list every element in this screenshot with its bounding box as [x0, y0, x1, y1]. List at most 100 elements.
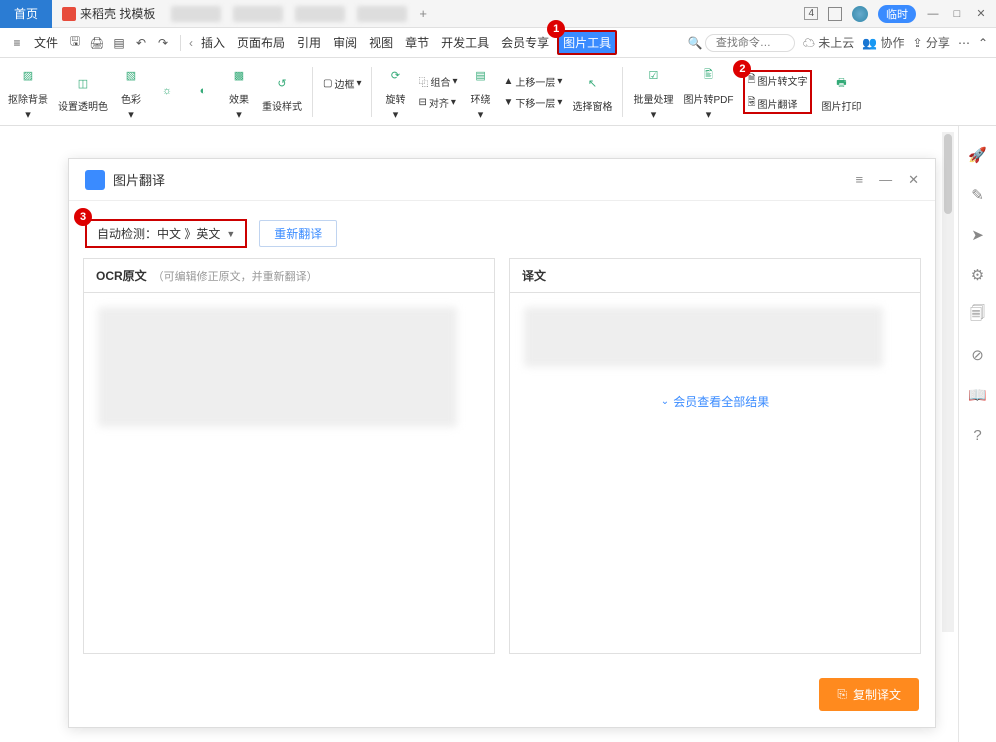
translate-panel-icon — [85, 170, 105, 190]
select-pane-button[interactable]: ↖选择窗格 — [572, 70, 612, 113]
ocr-textarea[interactable] — [84, 293, 494, 653]
settings-icon[interactable]: ⚙ — [969, 266, 987, 284]
menu-devtools[interactable]: 开发工具 — [437, 32, 493, 53]
ocr-header: OCR原文 （可编辑修正原文，并重新翻译） — [84, 259, 494, 293]
print-icon[interactable]: 🖨 — [88, 34, 106, 52]
language-selector[interactable]: 3 自动检测：中文 》英文 ▼ — [85, 219, 247, 248]
tab-doc-blur[interactable] — [357, 6, 407, 22]
scrollbar-thumb[interactable] — [944, 134, 952, 214]
panel-header: 图片翻译 ≡ — ✕ — [69, 159, 935, 201]
layer-up-button[interactable]: ▲ 上移一层 ▾ — [504, 74, 563, 89]
tab-doc-blur[interactable] — [171, 6, 221, 22]
tab-doc-blur[interactable] — [295, 6, 345, 22]
grid-count-badge[interactable]: 4 — [804, 7, 818, 20]
effect-button[interactable]: ▩效果 ▾ — [226, 63, 252, 121]
pdf-icon: 🖺 — [695, 63, 721, 89]
rotate-icon: ⟳ — [382, 63, 408, 89]
copy-icon: ⎘ — [837, 687, 847, 702]
vertical-scrollbar[interactable] — [942, 132, 954, 632]
collab-button[interactable]: 👥 协作 — [862, 34, 904, 51]
cloud-status[interactable]: ☁ 未上云 — [803, 34, 854, 51]
rocket-icon[interactable]: 🚀 — [969, 146, 987, 164]
titlebar: 首页 来稻壳 找模板 + 4 临时 — □ ✕ — [0, 0, 996, 28]
minimize-icon[interactable]: — — [926, 7, 940, 21]
more-icon[interactable]: ⋯ — [958, 36, 970, 50]
app-grid-icon[interactable] — [828, 7, 842, 21]
add-tab-icon[interactable]: + — [419, 6, 427, 21]
menu-review[interactable]: 审阅 — [329, 32, 361, 53]
tab-home[interactable]: 首页 — [0, 0, 52, 28]
effect-icon: ▩ — [226, 63, 252, 89]
remove-bg-button[interactable]: ▨抠除背景 ▾ — [8, 63, 48, 121]
contrast-icon: ◐ — [190, 78, 216, 104]
transparent-icon: ◫ — [70, 70, 96, 96]
pic-to-text-button[interactable]: 🗎 图片转文字 — [747, 72, 807, 89]
transparent-button[interactable]: ◫设置透明色 — [58, 70, 108, 113]
cursor-icon[interactable]: ➤ — [969, 226, 987, 244]
menu-view[interactable]: 视图 — [365, 32, 397, 53]
chevron-down-icon: ⌄ — [661, 396, 669, 407]
remove-bg-icon: ▨ — [15, 63, 41, 89]
border-icon: ▢ — [323, 78, 332, 89]
layer-up-icon: ▲ — [504, 76, 514, 87]
panel-menu-icon[interactable]: ≡ — [856, 172, 864, 188]
stop-icon[interactable]: ⊘ — [969, 346, 987, 364]
pic-translate-button[interactable]: 🗟 图片翻译 — [747, 95, 807, 112]
palette-icon: ▧ — [118, 63, 144, 89]
close-icon[interactable]: ✕ — [974, 7, 988, 21]
menu-insert[interactable]: 插入 — [197, 32, 229, 53]
layers-icon[interactable]: 🗐 — [969, 306, 987, 324]
pencil-icon[interactable]: ✎ — [969, 186, 987, 204]
ocr-hint: （可编辑修正原文，并重新翻译） — [153, 268, 318, 284]
align-button[interactable]: ⊟ 对齐 ▾ — [418, 95, 457, 110]
layer-down-button[interactable]: ▼ 下移一层 ▾ — [504, 95, 563, 110]
color-button[interactable]: ▧色彩 ▾ — [118, 63, 144, 121]
menu-chapter[interactable]: 章节 — [401, 32, 433, 53]
blurred-text — [98, 307, 457, 427]
panel-minimize-icon[interactable]: — — [879, 172, 892, 188]
border-button[interactable]: ▢ 边框 ▾ — [323, 76, 361, 91]
retranslate-button[interactable]: 重新翻译 — [259, 220, 337, 247]
align-icon: ⊟ — [418, 97, 426, 108]
share-icon: ⇪ — [913, 36, 923, 50]
tab-template[interactable]: 来稻壳 找模板 — [52, 1, 165, 26]
search-icon: 🔍 — [688, 36, 703, 50]
panel-footer: ⎘ 复制译文 — [69, 668, 935, 727]
group-button[interactable]: ⿻ 组合 ▾ — [418, 74, 457, 89]
translate-icon: 🗟 — [747, 95, 755, 112]
pic-print-button[interactable]: 🖶图片打印 — [822, 70, 862, 113]
pic-to-pdf-button[interactable]: 🖺图片转PDF ▾ — [683, 63, 733, 121]
copy-translation-button[interactable]: ⎘ 复制译文 — [819, 678, 919, 711]
menu-member[interactable]: 会员专享 — [497, 32, 553, 53]
maximize-icon[interactable]: □ — [950, 7, 964, 21]
contrast-button[interactable]: ◐ — [190, 78, 216, 106]
expand-icon[interactable]: ⌃ — [978, 36, 988, 50]
avatar[interactable] — [852, 6, 868, 22]
tab-doc-blur[interactable] — [233, 6, 283, 22]
member-link[interactable]: ⌄ 会员查看全部结果 — [524, 393, 906, 410]
reset-style-button[interactable]: ↺重设样式 — [262, 70, 302, 113]
preview-icon[interactable]: ▤ — [110, 34, 128, 52]
cloud-icon: ☁ — [803, 36, 815, 50]
redo-icon[interactable]: ↷ — [154, 34, 172, 52]
batch-button[interactable]: ☑批量处理 ▾ — [633, 63, 673, 121]
save-icon[interactable]: 🖫 — [66, 34, 84, 52]
brightness-button[interactable]: ☼ — [154, 78, 180, 106]
menu-layout[interactable]: 页面布局 — [233, 32, 289, 53]
book-icon[interactable]: 📖 — [969, 386, 987, 404]
menu-reference[interactable]: 引用 — [293, 32, 325, 53]
rotate-button[interactable]: ⟳旋转 ▾ — [382, 63, 408, 121]
wrap-button[interactable]: ▤环绕 ▾ — [468, 63, 494, 121]
undo-icon[interactable]: ↶ — [132, 34, 150, 52]
share-button[interactable]: ⇪ 分享 — [913, 34, 950, 51]
help-icon[interactable]: ? — [969, 426, 987, 444]
command-search-input[interactable] — [705, 34, 795, 52]
menu-icon[interactable]: ≡ — [8, 34, 26, 52]
language-label: 自动检测：中文 》英文 — [97, 225, 220, 242]
file-menu[interactable]: 文件 — [30, 32, 62, 53]
panel-close-icon[interactable]: ✕ — [908, 172, 919, 188]
callout-3: 3 — [74, 208, 92, 226]
temp-badge[interactable]: 临时 — [878, 5, 916, 23]
translation-title: 译文 — [522, 267, 546, 284]
menu-picture-tools[interactable]: 1 图片工具 — [557, 30, 617, 55]
